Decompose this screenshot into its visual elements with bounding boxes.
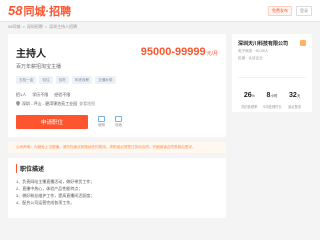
login-button[interactable]: 登录 (296, 6, 312, 16)
header-actions: 免费发布 登录 (268, 6, 312, 16)
job-summary-card: 主持人 95000-99999元/月 百万年薪招淘宝主播 五险一金 包住 包吃 … (8, 34, 226, 137)
stat-unit: % (251, 94, 255, 98)
breadcrumb: 58同城 > 深圳招聘 > 深圳主持人招聘 (0, 22, 320, 31)
stat-label: 最近登录 (288, 105, 302, 109)
stat-unit: 天 (296, 94, 301, 98)
welfare-tag: 包住 (39, 76, 53, 84)
favorite-label: 收藏 (115, 123, 122, 127)
company-meta-secondary: 民营 · 认证企业 (238, 56, 263, 60)
welfare-tag: 五险一金 (16, 76, 37, 84)
description-list: 1、负责网站主播直播活动，做好带货工作； 2、直播中热心，体验产品性能特点； 3… (16, 178, 218, 206)
company-name[interactable]: 深圳天川科技有限公司 (238, 40, 306, 47)
job-title: 主持人 (16, 49, 46, 60)
stat-unit: 小时 (270, 94, 278, 98)
stat-response-time: 8小时 平均处理时长 (261, 84, 284, 109)
job-requirements: 招1人 学历不限 经验不限 (16, 92, 218, 98)
company-stats: 26% 简历处理率 8小时 平均处理时长 32天 最近登录 (238, 77, 306, 109)
description-item: 4、配合公司运营完成各项工作。 (16, 200, 75, 205)
experience-requirement: 经验不限 (54, 92, 71, 97)
stat-value: 26 (243, 92, 252, 99)
stat-resume-rate: 26% 简历处理率 (238, 84, 261, 109)
welfare-tag: 包吃 (55, 76, 69, 84)
job-subtitle: 百万年薪招淘宝主播 (16, 64, 62, 70)
description-item: 3、做好粉丝维护工作，提高直播间活跃度； (16, 193, 95, 198)
logo-text: 同城·招聘 (23, 5, 72, 18)
breadcrumb-separator: > (22, 24, 25, 29)
job-main: 主持人 95000-99999元/月 百万年薪招淘宝主播 五险一金 包住 包吃 … (8, 34, 226, 218)
job-address: 深圳 - 坪山 - 碧湾锦池苑工业园 查看地图 (16, 101, 218, 107)
chat-action[interactable]: 微聊 (98, 116, 105, 128)
company-logo (300, 40, 306, 46)
company-card: 深圳天川科技有限公司 电子商务 · 50-99人 民营 · 认证企业 26% 简… (232, 34, 312, 112)
salary: 95000-99999元/月 (141, 42, 218, 60)
education-requirement: 学历不限 (32, 92, 49, 97)
address-text: 深圳 - 坪山 - 碧湾锦池苑工业园 (22, 101, 78, 106)
chat-icon (98, 116, 105, 122)
safety-tip: 公司声明：为避免上当受骗，请勿在面试前缴纳任何费用。求职者必须签订劳动合同，仔细… (8, 142, 226, 153)
company-meta: 电子商务 · 50-99人 (238, 49, 269, 53)
view-map-link[interactable]: 查看地图 (79, 101, 95, 107)
description-item: 2、直播中热心，体验产品性能特点； (16, 186, 83, 191)
apply-button[interactable]: 申请职位 (16, 115, 88, 129)
stat-last-login: 32天 最近登录 (283, 84, 306, 109)
stat-value: 32 (289, 92, 297, 99)
star-icon (115, 116, 122, 122)
stat-label: 平均处理时长 (262, 105, 282, 109)
chat-label: 微聊 (98, 123, 105, 127)
stat-label: 简历处理率 (241, 105, 258, 109)
headcount: 招1人 (16, 92, 27, 97)
welfare-tags: 五险一金 包住 包吃 年底双薪 交通补助 (16, 76, 218, 84)
welfare-tag: 交通补助 (95, 76, 116, 84)
site-logo[interactable]: 58 同城·招聘 (8, 3, 71, 19)
breadcrumb-separator: > (44, 24, 48, 29)
description-item: 1、负责网站主播直播活动，做好带货工作； (16, 179, 95, 184)
salary-unit: 元/月 (206, 51, 218, 57)
top-header: 58 同城·招聘 免费发布 登录 (0, 0, 320, 22)
job-description: 职位描述 1、负责网站主播直播活动，做好带货工作； 2、直播中热心，体验产品性能… (8, 158, 226, 218)
breadcrumb-home[interactable]: 58同城 (8, 24, 20, 30)
cta-row: 申请职位 微聊 收藏 (16, 115, 218, 129)
location-pin-icon (16, 101, 20, 107)
favorite-action[interactable]: 收藏 (115, 116, 122, 128)
post-free-button[interactable]: 免费发布 (268, 6, 292, 16)
salary-range: 95000-99999 (140, 46, 206, 58)
description-title: 职位描述 (16, 164, 218, 173)
breadcrumb-category[interactable]: 深圳主持人招聘 (49, 24, 77, 30)
breadcrumb-city[interactable]: 深圳招聘 (27, 24, 43, 30)
logo-number: 58 (8, 2, 23, 18)
welfare-tag: 年底双薪 (71, 76, 93, 84)
